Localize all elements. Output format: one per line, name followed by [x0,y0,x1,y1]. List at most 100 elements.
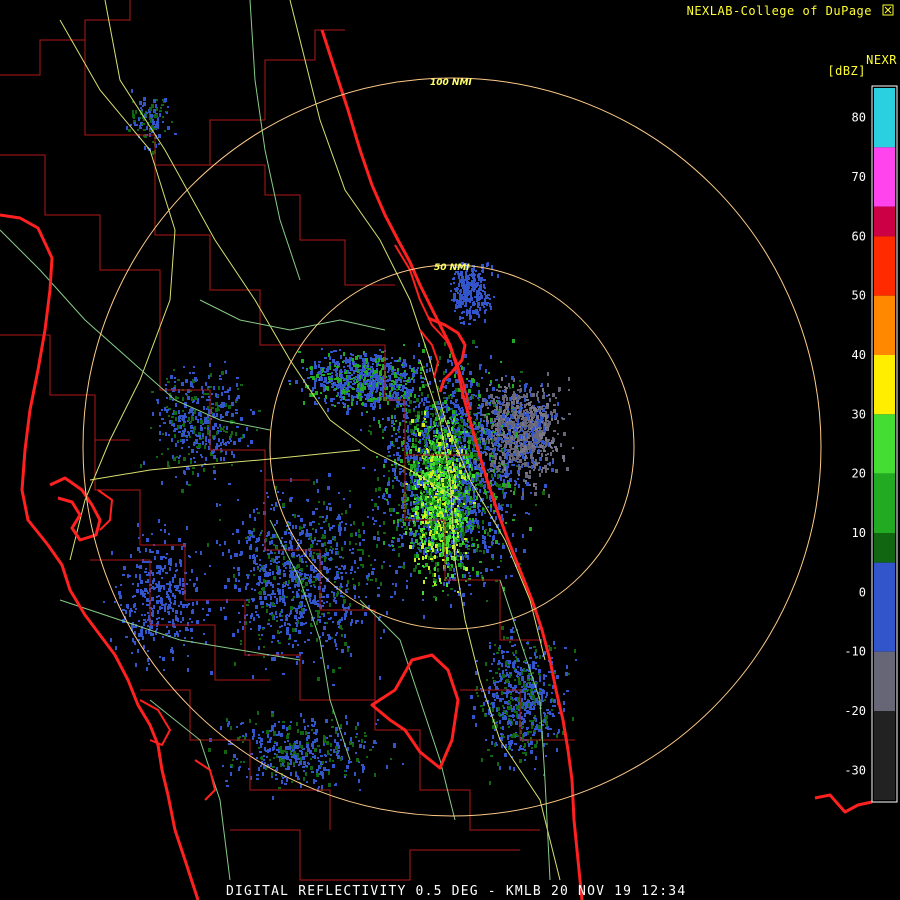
echo-cell [489,498,491,500]
echo-cell [336,377,339,379]
echo-cell [508,429,510,431]
echo-cell [324,530,326,534]
echo-cell [507,406,509,408]
echo-cell [414,522,416,526]
echo-cell [433,449,436,451]
echo-cell [474,525,476,527]
echo-cell [326,382,329,384]
echo-cell [424,509,426,511]
echo-cell [508,411,510,413]
echo-cell [426,369,428,373]
echo-cell [453,568,455,572]
echo-cell [402,470,404,472]
echo-cell [509,425,511,429]
echo-cell [437,499,439,503]
echo-cell [439,507,441,509]
echo-cell [445,387,447,389]
echo-cell [533,483,535,487]
echo-cell [477,473,479,475]
echo-cell [413,533,416,537]
echo-cell [553,430,556,432]
echo-cell [468,572,470,574]
echo-cell [461,536,464,538]
echo-cell [476,548,478,552]
echo-cell [356,401,358,405]
echo-cell [478,464,480,468]
echo-cell [409,545,412,549]
echo-cell [434,496,437,498]
echo-cell [438,434,440,438]
echo-cell [450,471,453,473]
echo-cell [538,423,541,427]
echo-cell [289,383,291,385]
echo-cell [496,483,498,487]
echo-cell [433,596,436,598]
echo-cell [481,406,483,408]
echo-cell [402,599,404,601]
echo-cell [447,437,449,439]
echo-cell [434,506,436,508]
echo-cell [489,384,491,386]
echo-cell [455,537,457,539]
echo-cell [425,467,428,469]
echo-cell [401,543,404,547]
echo-cell [446,475,448,479]
echo-cell [541,440,544,444]
echo-cell [557,420,559,424]
echo-cell [340,355,342,359]
echo-cell [535,504,537,506]
echo-cell [382,364,384,368]
echo-cell [295,380,298,384]
echo-cell [528,513,530,515]
echo-cell [502,390,505,392]
echo-cell [468,389,471,393]
echo-cell [483,420,485,422]
echo-cell [479,366,481,370]
echo-cell [486,600,488,602]
echo-cell [493,469,495,473]
echo-cell [487,506,489,508]
echo-cell [321,348,323,350]
echo-cell [474,422,476,424]
echo-cell [425,547,427,551]
echo-cell [240,643,242,645]
echo-cell [430,413,432,415]
echo-cell [444,479,447,483]
echo-cell [310,371,313,375]
echo-cell [412,457,414,459]
echo-cell [441,523,443,527]
echo-cell [320,371,322,375]
echo-cell [422,470,424,474]
echo-cell [526,417,528,421]
echo-cell [526,393,528,397]
echo-cell [406,503,408,505]
echo-cell [425,503,427,505]
echo-cell [427,547,429,549]
echo-cell [502,469,504,473]
echo-cell [513,391,515,395]
echo-cell [383,561,385,563]
echo-cell [378,364,381,366]
echo-cell [379,404,381,408]
echo-cell [363,379,365,381]
echo-cell [423,551,425,555]
echo-cell [314,365,317,369]
echo-cell [505,423,507,427]
echo-cell [361,620,363,624]
echo-cell [295,525,297,529]
echo-cell [467,363,469,365]
echo-cell [337,402,340,404]
echo-cell [442,590,444,592]
echo-cell [465,552,467,554]
echo-cell [506,468,508,472]
echo-cell [303,586,305,588]
echo-cell [470,396,472,400]
echo-cell [429,550,431,552]
echo-cell [333,389,336,391]
echo-cell [537,406,539,408]
echo-cell [455,399,457,403]
echo-cell [431,443,433,445]
echo-cell [485,452,487,456]
echo-cell [478,525,480,529]
echo-cell [337,366,339,368]
